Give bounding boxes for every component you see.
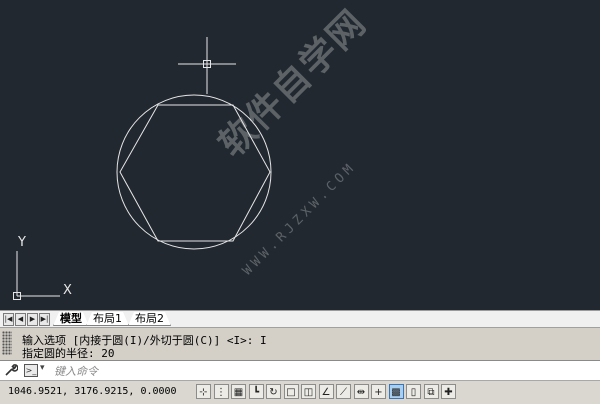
drawing-canvas[interactable]: Y X 软件自学网 WWW.RJZXW.COM [0, 0, 600, 310]
annotation-monitor-icon[interactable]: ✚ [441, 384, 456, 399]
coordinates-readout: 1046.9521, 3176.9215, 0.0000 [8, 386, 177, 397]
command-input[interactable] [52, 362, 596, 380]
status-bar: 1046.9521, 3176.9215, 0.0000 ⊹ ⋮ ▦ ┗ ↻ □ ◫ ∠ ⟋ ⇹ +… [0, 380, 600, 404]
3d-object-snap-icon[interactable]: ◫ [301, 384, 316, 399]
infer-constraints-icon[interactable]: ⊹ [196, 384, 211, 399]
command-prompt-icon[interactable]: >_ [24, 364, 38, 377]
crosshair-cursor [178, 37, 236, 94]
object-snap-tracking-icon[interactable]: ∠ [318, 384, 334, 399]
tab-layout2[interactable]: 布局2 [128, 312, 171, 326]
grid-display-icon[interactable]: ▦ [231, 384, 246, 399]
prev-tab-icon[interactable]: ◀ [15, 313, 26, 326]
dynamic-input-icon[interactable]: ⇹ [353, 384, 369, 399]
next-tab-icon[interactable]: ▶ [27, 313, 38, 326]
command-line: >_ ▾ [0, 360, 600, 380]
customize-wrench-icon[interactable] [4, 363, 18, 377]
snap-mode-icon[interactable]: ⋮ [213, 384, 229, 399]
tab-layout1[interactable]: 布局1 [86, 312, 129, 326]
object-snap-icon[interactable]: □ [283, 384, 299, 399]
ucs-x-label: X [63, 283, 72, 298]
command-history-line: 指定圆的半径: 20 [22, 347, 115, 360]
polar-tracking-icon[interactable]: ↻ [266, 384, 281, 399]
last-tab-icon[interactable]: ▶| [39, 313, 50, 326]
ortho-mode-icon[interactable]: ┗ [248, 384, 264, 399]
command-window: 输入选项 [内接于圆(I)/外切于圆(C)] <I>: I 指定圆的半径: 20… [0, 327, 600, 380]
transparency-icon[interactable]: ▩ [388, 384, 404, 399]
grip-handle[interactable] [2, 331, 12, 355]
ucs-y-label: Y [17, 235, 26, 250]
lineweight-icon[interactable]: + [371, 384, 386, 399]
chevron-down-icon[interactable]: ▾ [40, 363, 45, 373]
quick-properties-icon[interactable]: ▯ [406, 384, 421, 399]
first-tab-icon[interactable]: |◀ [3, 313, 14, 326]
layout-tab-bar: |◀ ◀ ▶ ▶| 模型 布局1 布局2 [0, 310, 600, 327]
dynamic-ucs-icon[interactable]: ⟋ [336, 384, 351, 399]
selection-cycling-icon[interactable]: ⧉ [423, 384, 439, 399]
ucs-icon [13, 251, 60, 300]
tab-model[interactable]: 模型 [53, 312, 89, 326]
